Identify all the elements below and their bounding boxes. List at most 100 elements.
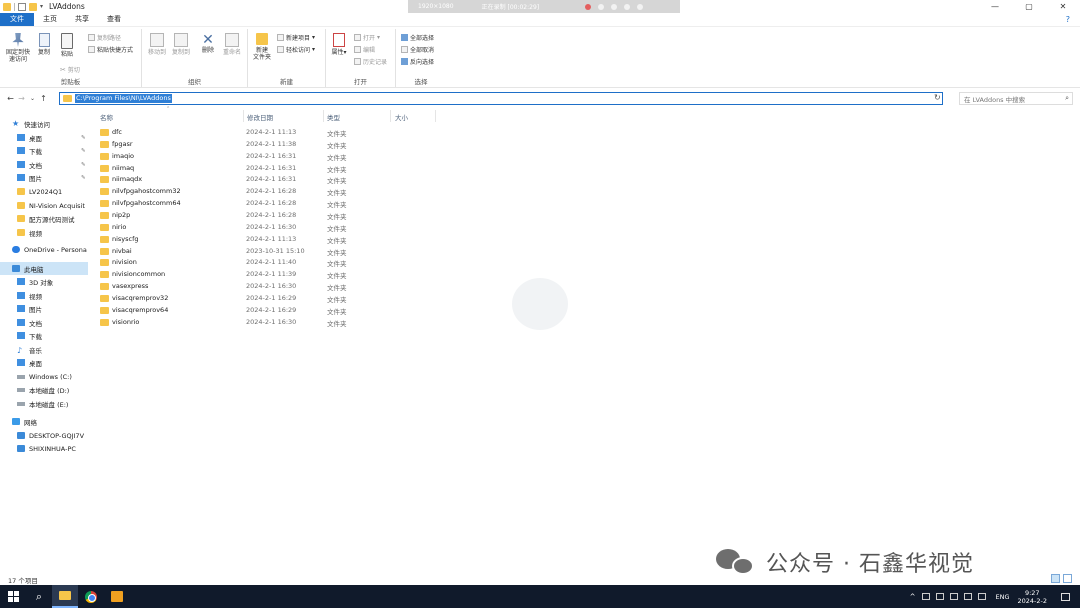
tab-view[interactable]: 查看	[98, 13, 130, 26]
table-row[interactable]: dfc 2024-2-1 11:13 文件夹	[98, 126, 408, 138]
edit-button[interactable]: 编辑	[354, 45, 375, 54]
tab-share[interactable]: 共享	[66, 13, 98, 26]
details-view-icon[interactable]	[1051, 574, 1060, 583]
move-to-button[interactable]: 移动到	[146, 33, 168, 56]
sidebar-item[interactable]: 文档 ✎	[0, 158, 88, 171]
sidebar-item[interactable]: 网络	[0, 415, 88, 428]
column-header-date[interactable]: 修改日期	[247, 112, 273, 122]
tab-file[interactable]: 文件	[0, 13, 34, 26]
pause-icon[interactable]	[598, 3, 605, 10]
sidebar-item[interactable]: 此电脑	[0, 262, 88, 275]
column-divider[interactable]	[243, 110, 244, 122]
sidebar-item[interactable]: ♪ 音乐	[0, 343, 88, 356]
close-recorder-icon[interactable]	[637, 3, 644, 10]
camera-icon[interactable]	[611, 3, 618, 10]
paste-button[interactable]: 粘贴	[57, 33, 77, 58]
table-row[interactable]: visacqremprov32 2024-2-1 16:29 文件夹	[98, 292, 408, 304]
copy-path-button[interactable]: 复制路径	[88, 33, 121, 42]
clock[interactable]: 9:27 2024-2-2	[1017, 589, 1047, 605]
pen-icon[interactable]	[624, 3, 631, 10]
tray-app-icon[interactable]	[922, 593, 931, 600]
search-input[interactable]: 在 LVAddons 中搜索 ⌕	[959, 92, 1073, 105]
column-divider[interactable]	[435, 110, 436, 122]
table-row[interactable]: nirio 2024-2-1 16:30 文件夹	[98, 221, 408, 233]
table-row[interactable]: niimaq 2024-2-1 16:31 文件夹	[98, 162, 408, 174]
address-bar[interactable]: C:\Program Files\NI\LVAddons	[59, 92, 943, 105]
address-path[interactable]: C:\Program Files\NI\LVAddons	[75, 94, 172, 103]
sidebar-item[interactable]: 图片 ✎	[0, 171, 88, 184]
language-indicator[interactable]: ENG	[995, 593, 1009, 601]
column-header-name[interactable]: 名称	[100, 112, 113, 122]
sidebar-item[interactable]: DESKTOP-GQJI7V	[0, 429, 88, 442]
rename-button[interactable]: 重命名	[221, 33, 243, 56]
table-row[interactable]: visionrio 2024-2-1 16:30 文件夹	[98, 316, 408, 328]
search-button[interactable]: ⌕	[26, 585, 52, 608]
sidebar-item[interactable]: OneDrive - Persona	[0, 243, 88, 256]
sidebar-item[interactable]: ★ 快速访问	[0, 117, 88, 130]
delete-button[interactable]: ✕ 删除	[200, 33, 216, 54]
minimize-button[interactable]: —	[978, 0, 1012, 13]
tray-overflow-icon[interactable]: ^	[910, 593, 916, 601]
table-row[interactable]: nip2p 2024-2-1 16:28 文件夹	[98, 209, 408, 221]
sidebar-item[interactable]: 图片	[0, 302, 88, 315]
table-row[interactable]: nivbai 2023-10-31 15:10 文件夹	[98, 245, 408, 257]
paste-shortcut-button[interactable]: 粘贴快捷方式	[88, 45, 133, 54]
sidebar-item[interactable]: 配方源代码测试	[0, 212, 88, 225]
column-divider[interactable]	[323, 110, 324, 122]
start-button[interactable]	[0, 585, 26, 608]
table-row[interactable]: visacqremprov64 2024-2-1 16:29 文件夹	[98, 304, 408, 316]
table-row[interactable]: nilvfpgahostcomm64 2024-2-1 16:28 文件夹	[98, 197, 408, 209]
up-arrow-icon[interactable]: ↑	[38, 94, 49, 103]
large-icons-view-icon[interactable]	[1063, 574, 1072, 583]
sidebar-item[interactable]: 本地磁盘 (E:)	[0, 397, 88, 410]
table-row[interactable]: imaqio 2024-2-1 16:31 文件夹	[98, 150, 408, 162]
sidebar-item[interactable]: 3D 对象	[0, 275, 88, 288]
properties-button[interactable]: 属性▾	[329, 33, 349, 56]
properties-icon[interactable]	[18, 2, 26, 11]
input-method-icon[interactable]	[978, 593, 987, 600]
copy-to-button[interactable]: 复制到	[170, 33, 192, 56]
sidebar-item[interactable]: 桌面 ✎	[0, 131, 88, 144]
new-folder-icon[interactable]	[29, 2, 37, 11]
invert-selection-button[interactable]: 反向选择	[401, 57, 434, 66]
pin-quick-access-button[interactable]: 固定到快 速访问	[3, 33, 33, 63]
back-arrow-icon[interactable]: ←	[5, 94, 16, 103]
table-row[interactable]: nivision 2024-2-1 11:40 文件夹	[98, 256, 408, 268]
copy-button[interactable]: 复制	[35, 33, 53, 56]
sidebar-item[interactable]: Windows (C:)	[0, 370, 88, 383]
notification-icon[interactable]	[1061, 592, 1070, 601]
table-row[interactable]: nivisioncommon 2024-2-1 11:39 文件夹	[98, 268, 408, 280]
sidebar-item[interactable]: 下载	[0, 329, 88, 342]
taskbar-app[interactable]	[104, 585, 130, 608]
table-row[interactable]: nisyscfg 2024-2-1 11:13 文件夹	[98, 233, 408, 245]
sidebar-item[interactable]: 桌面	[0, 356, 88, 369]
customize-qat-icon[interactable]: ▾	[40, 3, 43, 10]
help-icon[interactable]: ?	[1066, 13, 1070, 26]
select-none-button[interactable]: 全部取消	[401, 45, 434, 54]
sidebar-item[interactable]: NI-Vision Acquisit	[0, 199, 88, 212]
cut-button[interactable]: ✂ 剪切	[60, 65, 80, 75]
select-all-button[interactable]: 全部选择	[401, 33, 434, 42]
network-icon[interactable]	[936, 593, 945, 600]
table-row[interactable]: nilvfpgahostcomm32 2024-2-1 16:28 文件夹	[98, 185, 408, 197]
easy-access-button[interactable]: 轻松访问 ▾	[277, 45, 315, 54]
sidebar-item[interactable]: SHIXINHUA-PC	[0, 442, 88, 455]
maximize-button[interactable]: ▢	[1012, 0, 1046, 13]
column-divider[interactable]	[390, 110, 391, 122]
table-row[interactable]: niimaqdx 2024-2-1 16:31 文件夹	[98, 173, 408, 185]
refresh-icon[interactable]: ↻	[934, 93, 941, 102]
sidebar-item[interactable]: 本地磁盘 (D:)	[0, 383, 88, 396]
column-header-size[interactable]: 大小	[395, 112, 408, 122]
sidebar-item[interactable]: LV2024Q1	[0, 185, 88, 198]
recent-locations-icon[interactable]: ⌄	[27, 95, 38, 102]
table-row[interactable]: vasexpress 2024-2-1 16:30 文件夹	[98, 280, 408, 292]
taskbar-chrome[interactable]	[78, 585, 104, 608]
new-item-button[interactable]: 新建项目 ▾	[277, 33, 315, 42]
sidebar-item[interactable]: 视频	[0, 226, 88, 239]
new-folder-button[interactable]: 新建 文件夹	[251, 33, 273, 61]
record-icon[interactable]	[585, 3, 592, 10]
column-header-type[interactable]: 类型	[327, 112, 340, 122]
sidebar-item[interactable]: 文档	[0, 316, 88, 329]
table-row[interactable]: fpgasr 2024-2-1 11:38 文件夹	[98, 138, 408, 150]
sidebar-item[interactable]: 视频	[0, 289, 88, 302]
